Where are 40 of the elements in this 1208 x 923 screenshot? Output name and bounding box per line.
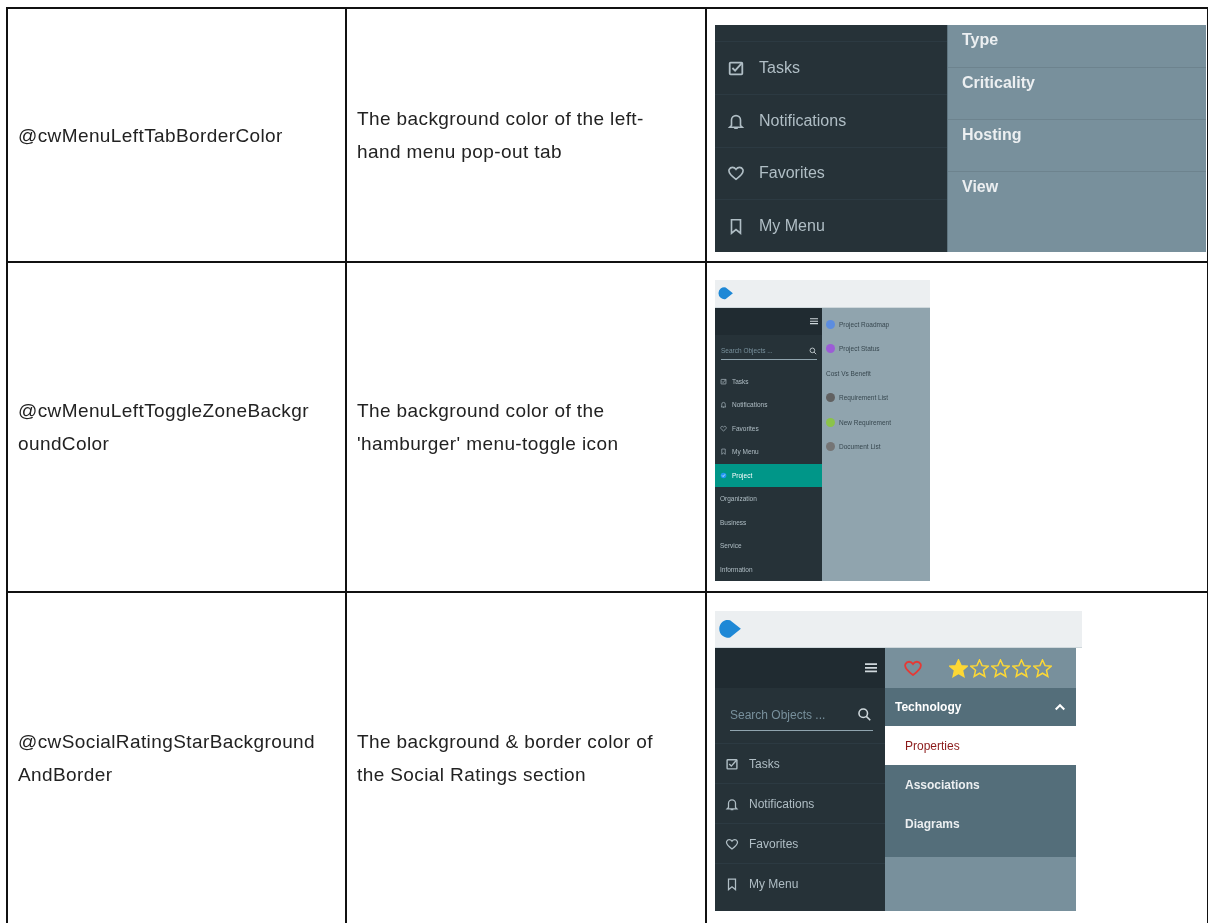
menu-item-label: Favorites	[759, 164, 825, 183]
heart-icon	[903, 658, 923, 678]
hamburger-menu-icon[interactable]	[865, 663, 877, 673]
description-text: The background & border color of the Social Ratings section	[356, 730, 654, 787]
logo-icon	[717, 618, 741, 640]
variable-name: @cwSocialRatingStarBackgroundAndBorder	[17, 730, 317, 787]
bell-icon	[720, 401, 727, 409]
heart-icon	[720, 424, 727, 432]
star-rating[interactable]	[949, 658, 1052, 678]
variable-name: @cwMenuLeftToggleZoneBackgroundColor	[17, 399, 310, 456]
submenu-item[interactable]: Properties	[885, 726, 1076, 765]
submenu-item[interactable]: Associations	[885, 765, 1076, 804]
variable-name: @cwMenuLeftTabBorderColor	[17, 123, 284, 148]
bookmark-icon	[725, 876, 739, 891]
description-text: The background color of the 'hamburger' menu-toggle icon	[356, 399, 620, 456]
heart-icon	[727, 164, 745, 183]
menu-item-label: Notifications	[759, 111, 847, 130]
menu-item-label: Tasks	[759, 58, 800, 77]
description-text: The background color of the left-hand menu pop-out tab	[356, 107, 645, 164]
section-title: Technology	[895, 700, 962, 714]
search-placeholder: Search Objects ...	[730, 708, 826, 722]
search-field[interactable]: Search Objects ...	[730, 700, 873, 731]
bell-icon	[725, 796, 739, 811]
bookmark-icon	[720, 448, 727, 456]
logo-icon	[717, 286, 733, 301]
filled-star-icon	[949, 658, 968, 678]
checklist-icon	[720, 378, 727, 385]
hamburger-menu-icon[interactable]	[810, 318, 818, 325]
checklist-icon	[725, 756, 739, 771]
empty-star-icon	[970, 658, 989, 678]
submenu-item[interactable]: Diagrams	[885, 804, 1076, 843]
empty-star-icon	[1012, 658, 1031, 678]
search-icon	[808, 346, 817, 356]
search-icon	[857, 707, 873, 723]
section-header[interactable]: Technology	[885, 688, 1076, 726]
checkmark-icon	[720, 471, 727, 479]
menu-item-label: My Menu	[759, 217, 825, 236]
heart-icon	[725, 836, 739, 851]
empty-star-icon	[991, 658, 1010, 678]
empty-star-icon	[1033, 658, 1052, 678]
